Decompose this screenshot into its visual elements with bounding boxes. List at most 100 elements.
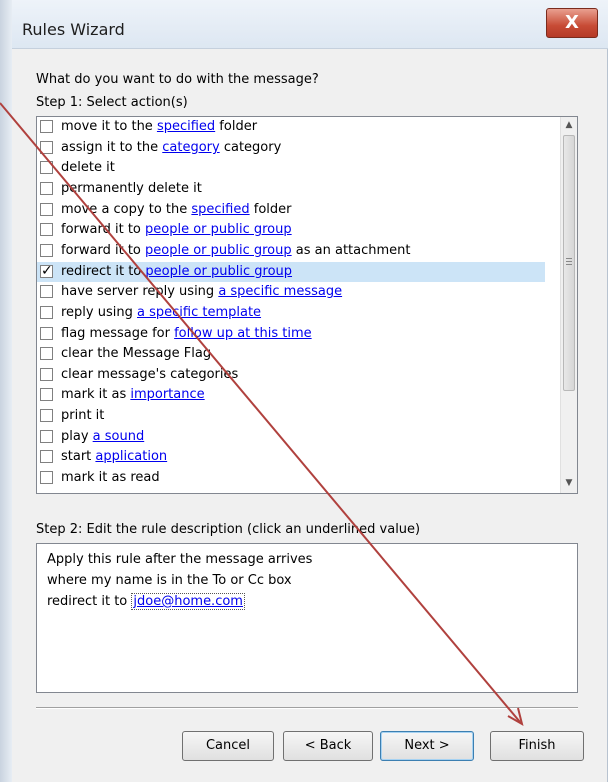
checkbox[interactable]: [40, 450, 53, 463]
action-value-link[interactable]: people or public group: [145, 264, 292, 279]
description-line: where my name is in the To or Cc box: [47, 573, 292, 588]
window-title: Rules Wizard: [22, 20, 125, 39]
action-label: reply using: [61, 305, 137, 320]
checkbox[interactable]: [40, 347, 53, 360]
finish-button[interactable]: Finish: [490, 731, 584, 761]
action-value-link[interactable]: a sound: [93, 429, 145, 444]
action-row[interactable]: forward it to people or public group: [37, 220, 545, 240]
action-text: delete it: [61, 158, 115, 178]
action-text: move a copy to the specified folder: [61, 200, 291, 220]
action-text: forward it to people or public group as …: [61, 241, 411, 261]
action-row[interactable]: delete it: [37, 158, 545, 178]
action-row[interactable]: mark it as importance: [37, 385, 545, 405]
checkbox[interactable]: [40, 182, 53, 195]
rule-description-box[interactable]: Apply this rule after the message arrive…: [36, 543, 578, 693]
action-text: have server reply using a specific messa…: [61, 282, 342, 302]
action-label: as an attachment: [291, 243, 411, 258]
grip-line: [566, 264, 572, 265]
scroll-up-arrow-icon[interactable]: ▲: [561, 117, 577, 134]
action-label: clear message's categories: [61, 367, 239, 382]
action-row[interactable]: start application: [37, 447, 545, 467]
checkbox[interactable]: [40, 223, 53, 236]
action-text: forward it to people or public group: [61, 220, 292, 240]
checkbox[interactable]: [40, 368, 53, 381]
button-separator: [36, 707, 578, 709]
checkbox[interactable]: [40, 120, 53, 133]
action-row[interactable]: move a copy to the specified folder: [37, 200, 545, 220]
action-text: clear message's categories: [61, 365, 238, 385]
action-row[interactable]: print it: [37, 406, 545, 426]
grip-line: [566, 258, 572, 259]
action-row[interactable]: flag message for follow up at this time: [37, 324, 545, 344]
action-label: mark it as read: [61, 470, 160, 485]
checkbox[interactable]: [40, 327, 53, 340]
action-row[interactable]: forward it to people or public group as …: [37, 241, 545, 261]
checkbox-checked[interactable]: [40, 261, 53, 281]
action-row[interactable]: move it to the specified folder: [37, 117, 545, 137]
action-text: reply using a specific template: [61, 303, 261, 323]
checkbox[interactable]: [40, 430, 53, 443]
description-line: Apply this rule after the message arrive…: [47, 552, 313, 567]
action-value-link[interactable]: people or public group: [145, 243, 292, 258]
action-value-link[interactable]: specified: [157, 119, 215, 134]
action-value-link[interactable]: a specific template: [137, 305, 261, 320]
action-row[interactable]: permanently delete it: [37, 179, 545, 199]
action-label: assign it to the: [61, 140, 163, 155]
grip-line: [566, 261, 572, 262]
action-label: forward it to: [61, 243, 145, 258]
action-row[interactable]: redirect it to people or public group: [37, 261, 545, 282]
checkbox[interactable]: [40, 285, 53, 298]
scrollbar-thumb[interactable]: [563, 135, 575, 391]
action-row[interactable]: clear the Message Flag: [37, 344, 545, 364]
description-line-redirect: redirect it to jdoe@home.com: [47, 593, 245, 610]
actions-listbox[interactable]: mark it as read start application play a s…: [36, 116, 578, 494]
action-label: folder: [249, 202, 292, 217]
next-button[interactable]: Next >: [380, 731, 474, 761]
action-value-link[interactable]: application: [95, 449, 167, 464]
action-label: play: [61, 429, 93, 444]
action-value-link[interactable]: follow up at this time: [174, 326, 312, 341]
checkbox[interactable]: [40, 306, 53, 319]
action-text: flag message for follow up at this time: [61, 324, 312, 344]
checkbox[interactable]: [40, 203, 53, 216]
checkbox[interactable]: [40, 141, 53, 154]
action-text: clear the Message Flag: [61, 344, 211, 364]
action-row[interactable]: assign it to the category category: [37, 138, 545, 158]
action-row[interactable]: play a sound: [37, 427, 545, 447]
action-text: play a sound: [61, 427, 144, 447]
action-value-link[interactable]: a specific message: [218, 284, 342, 299]
scroll-down-arrow-icon[interactable]: ▼: [561, 475, 577, 492]
action-value-link[interactable]: importance: [130, 387, 204, 402]
step2-label: Step 2: Edit the rule description (click…: [36, 522, 421, 537]
action-value-link[interactable]: specified: [191, 202, 249, 217]
action-value-link[interactable]: people or public group: [145, 222, 292, 237]
action-value-link[interactable]: category: [162, 140, 219, 155]
action-row[interactable]: clear message's categories: [37, 365, 545, 385]
action-label: have server reply using: [61, 284, 219, 299]
action-label: start: [61, 449, 96, 464]
action-label: flag message for: [61, 326, 175, 341]
close-button[interactable]: X: [546, 8, 598, 38]
action-text: mark it as read: [61, 468, 160, 488]
dialog-prompt: What do you want to do with the message?: [36, 72, 319, 87]
action-row[interactable]: mark it as read: [37, 468, 545, 488]
action-text: permanently delete it: [61, 179, 202, 199]
checkbox[interactable]: [40, 409, 53, 422]
action-label: redirect it to: [61, 264, 146, 279]
back-button[interactable]: < Back: [283, 731, 373, 761]
close-icon: X: [565, 12, 579, 33]
checkbox[interactable]: [40, 244, 53, 257]
checkbox[interactable]: [40, 388, 53, 401]
action-row[interactable]: have server reply using a specific messa…: [37, 282, 545, 302]
action-label: delete it: [61, 160, 115, 175]
action-row[interactable]: reply using a specific template: [37, 303, 545, 323]
cancel-button[interactable]: Cancel: [182, 731, 274, 761]
action-text: mark it as importance: [61, 385, 205, 405]
checkbox[interactable]: [40, 471, 53, 484]
checkbox[interactable]: [40, 161, 53, 174]
action-text: redirect it to people or public group: [61, 262, 292, 282]
description-text: redirect it to: [47, 594, 132, 609]
actions-scrollbar[interactable]: ▲ ▼: [560, 117, 577, 493]
redirect-address-link[interactable]: jdoe@home.com: [131, 593, 245, 610]
action-label: print it: [61, 408, 105, 423]
